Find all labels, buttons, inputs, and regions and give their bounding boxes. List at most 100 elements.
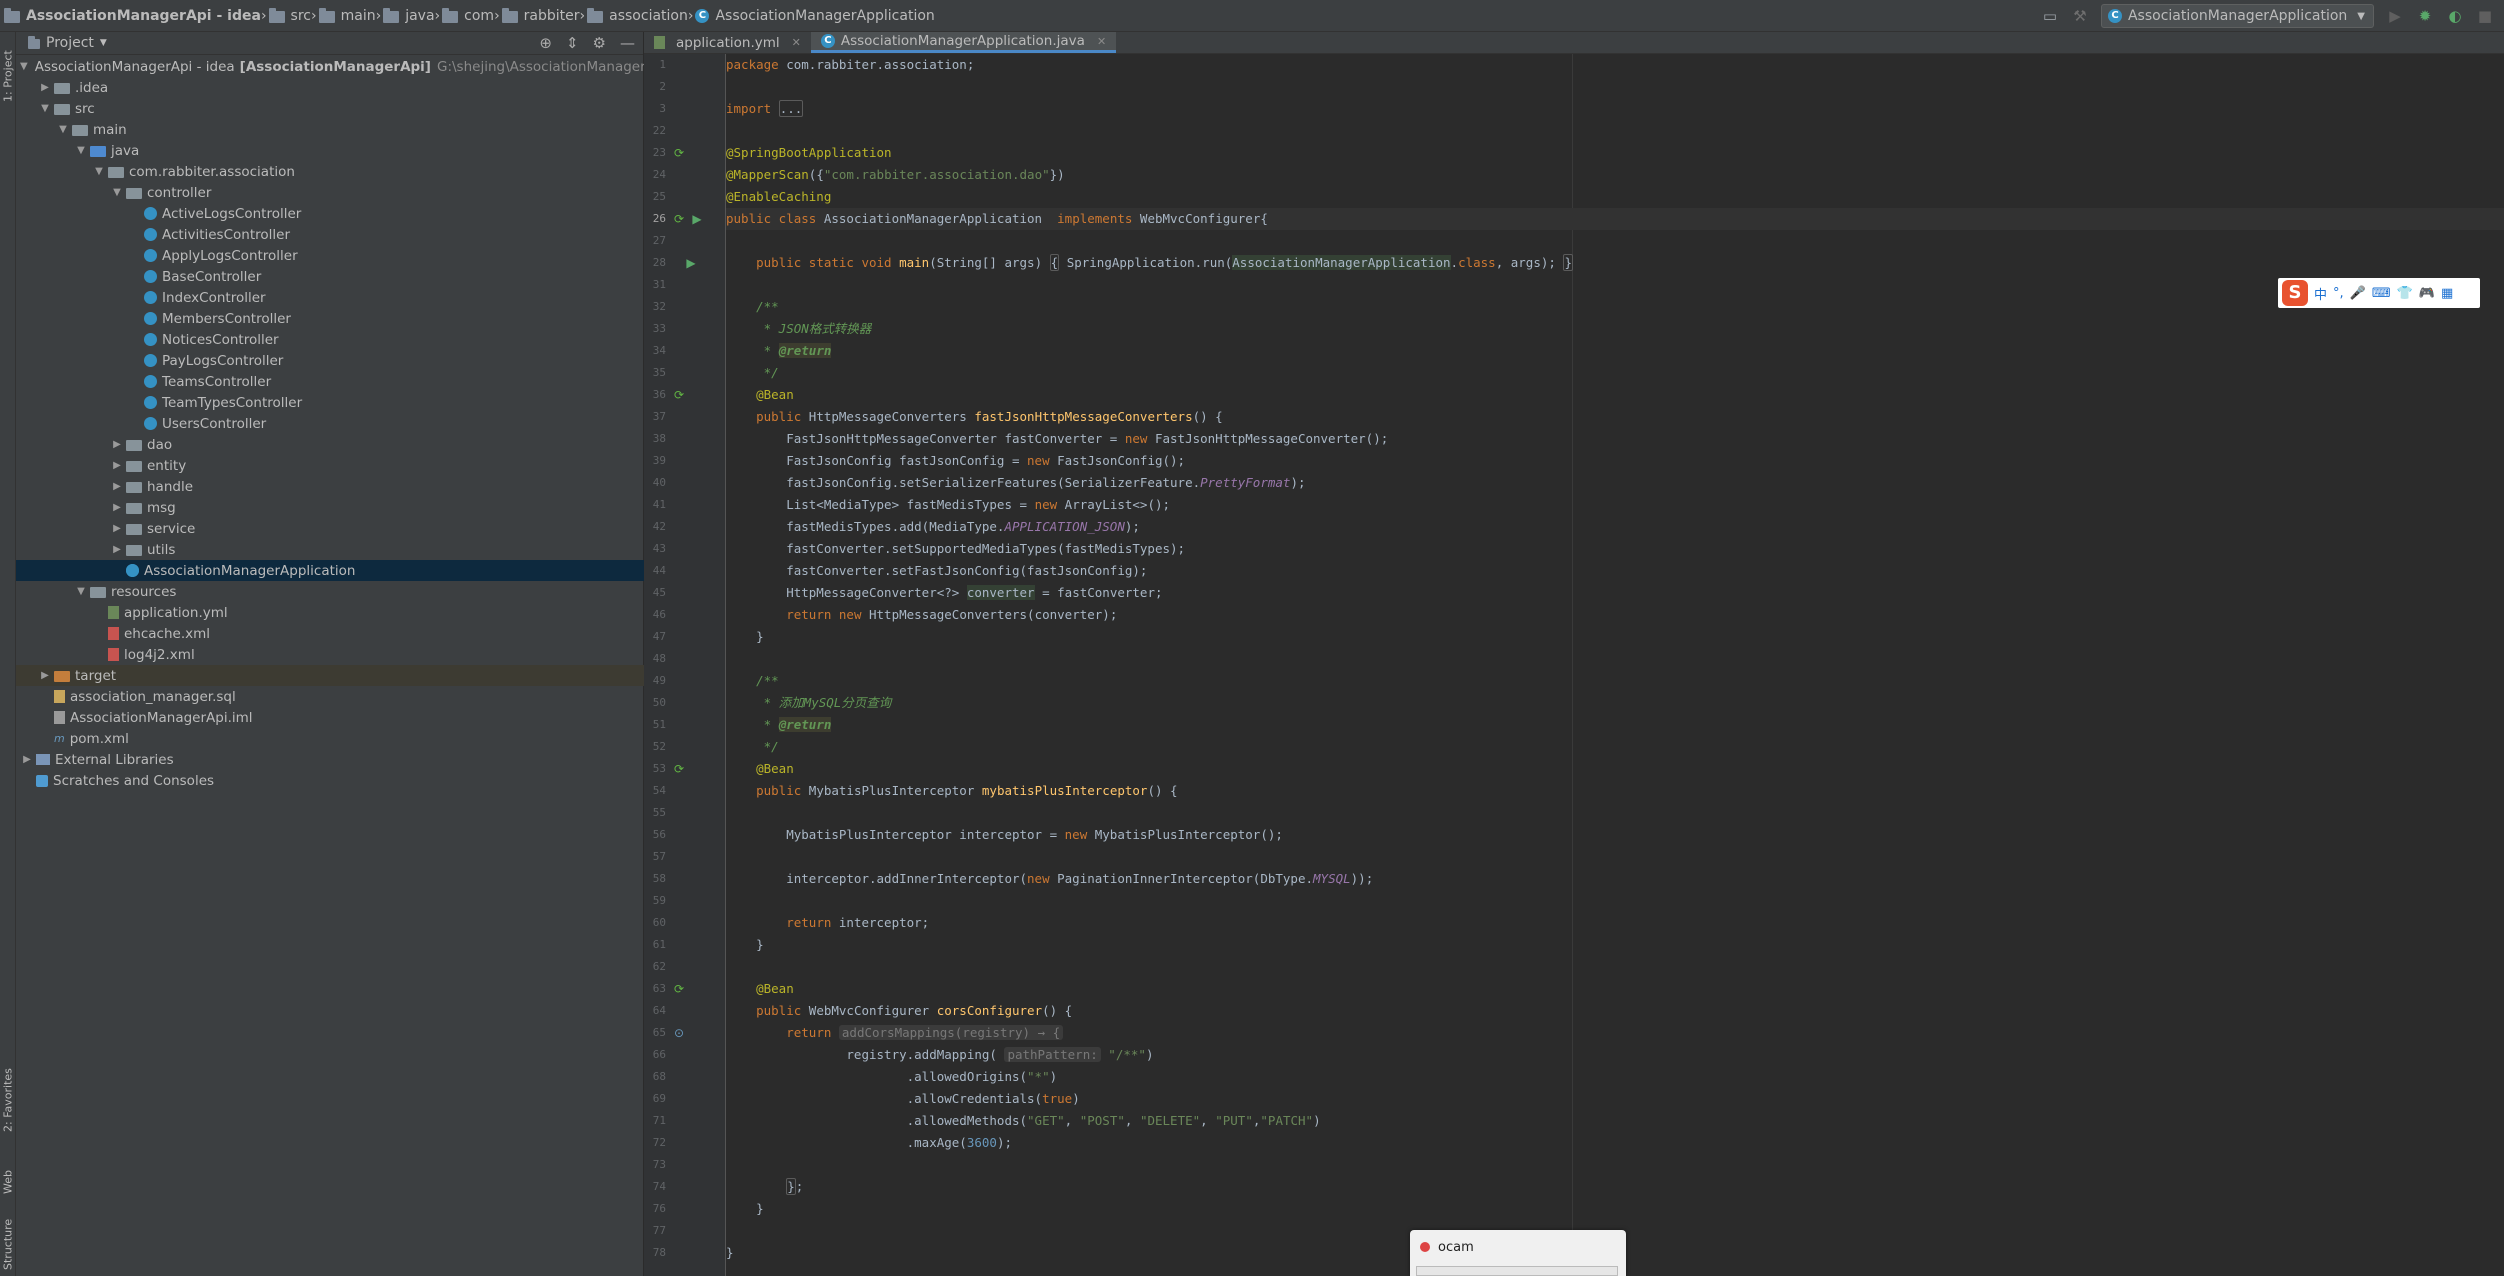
game-icon[interactable]: 🎮: [2419, 286, 2435, 301]
expand-open-icon[interactable]: ▼: [74, 145, 88, 156]
tree-node[interactable]: ▶ service: [16, 518, 644, 539]
spring-bean-icon[interactable]: ⟳: [672, 982, 686, 996]
tree-node[interactable]: log4j2.xml: [16, 644, 644, 665]
tree-node[interactable]: BaseController: [16, 266, 644, 287]
spring-bean-icon[interactable]: ⟳: [672, 388, 686, 402]
expand-open-icon[interactable]: ▼: [20, 61, 28, 72]
tree-node[interactable]: ActiveLogsController: [16, 203, 644, 224]
breadcrumb-item[interactable]: main: [317, 8, 376, 24]
expand-closed-icon[interactable]: ▶: [38, 670, 52, 681]
project-tool-button[interactable]: 1: Project: [0, 36, 16, 116]
spring-bean-icon[interactable]: ⟳: [672, 212, 686, 226]
expand-open-icon[interactable]: ▼: [56, 124, 70, 135]
collapse-all-icon[interactable]: ⇕: [566, 34, 579, 52]
spring-bean-icon[interactable]: ⟳: [672, 762, 686, 776]
tree-node[interactable]: NoticesController: [16, 329, 644, 350]
tree-node[interactable]: ▶ target: [16, 665, 644, 686]
tree-node[interactable]: ▼ controller: [16, 182, 644, 203]
run-gutter-icon[interactable]: ▶: [690, 212, 704, 226]
tree-node[interactable]: ▼ resources: [16, 581, 644, 602]
breadcrumb-item[interactable]: rabbiter: [500, 8, 580, 24]
tree-node[interactable]: AssociationManagerApplication: [16, 560, 644, 581]
breadcrumb-item[interactable]: com: [440, 8, 494, 24]
project-view-selector[interactable]: Project ▼: [28, 35, 107, 51]
expand-open-icon[interactable]: ▼: [74, 586, 88, 597]
tree-node[interactable]: association_manager.sql: [16, 686, 644, 707]
expand-open-icon[interactable]: ▼: [110, 187, 124, 198]
expand-closed-icon[interactable]: ▶: [110, 523, 124, 534]
tree-node[interactable]: UsersController: [16, 413, 644, 434]
tree-node[interactable]: ▶ msg: [16, 497, 644, 518]
tree-node[interactable]: TeamsController: [16, 371, 644, 392]
tree-node[interactable]: ▶ utils: [16, 539, 644, 560]
stop-icon[interactable]: ■: [2476, 7, 2494, 25]
expand-closed-icon[interactable]: ▶: [38, 82, 52, 93]
tree-node[interactable]: m pom.xml: [16, 728, 644, 749]
ime-mode-toggle[interactable]: 中: [2314, 284, 2327, 303]
expand-closed-icon[interactable]: ▶: [20, 754, 34, 765]
tree-node[interactable]: ▼ src: [16, 98, 644, 119]
expand-closed-icon[interactable]: ▶: [110, 460, 124, 471]
tree-node[interactable]: ▼ AssociationManagerApi - idea [Associatio…: [16, 56, 710, 77]
web-tool-button[interactable]: Web: [0, 1152, 16, 1212]
coverage-icon[interactable]: ◐: [2446, 7, 2464, 25]
breadcrumb-item[interactable]: AssociationManagerApi - idea: [2, 8, 261, 24]
expand-closed-icon[interactable]: ▶: [110, 502, 124, 513]
tree-node[interactable]: ehcache.xml: [16, 623, 644, 644]
mic-icon[interactable]: 🎤: [2350, 286, 2366, 301]
tree-node[interactable]: TeamTypesController: [16, 392, 644, 413]
tree-node[interactable]: ▼ com.rabbiter.association: [16, 161, 644, 182]
tree-node[interactable]: ▶ handle: [16, 476, 644, 497]
breadcrumb-item[interactable]: association: [585, 8, 688, 24]
locate-icon[interactable]: ⊕: [539, 34, 552, 52]
tree-node[interactable]: PayLogsController: [16, 350, 644, 371]
tree-node[interactable]: application.yml: [16, 602, 644, 623]
expand-closed-icon[interactable]: ▶: [110, 439, 124, 450]
tree-node[interactable]: MembersController: [16, 308, 644, 329]
favorites-tool-button[interactable]: 2: Favorites: [0, 1052, 16, 1148]
tree-node[interactable]: Scratches and Consoles: [16, 770, 644, 791]
sogou-logo[interactable]: S: [2282, 280, 2308, 306]
tab-active-file[interactable]: C AssociationManagerApplication.java ✕: [810, 32, 1117, 53]
tree-node[interactable]: ▶ dao: [16, 434, 644, 455]
run-configuration-select[interactable]: C AssociationManagerApplication ▼: [2100, 4, 2374, 28]
build-hammer-icon[interactable]: ⚒: [2071, 7, 2089, 25]
breadcrumb-item[interactable]: src: [267, 8, 311, 24]
breadcrumb-item[interactable]: java: [381, 8, 435, 24]
run-icon[interactable]: ▶: [2386, 7, 2404, 25]
tree-node[interactable]: ApplyLogsController: [16, 245, 644, 266]
tab-file[interactable]: application.yml ✕: [644, 32, 811, 53]
expand-open-icon[interactable]: ▼: [92, 166, 106, 177]
tree-node[interactable]: IndexController: [16, 287, 644, 308]
tree-node[interactable]: ▶ External Libraries: [16, 749, 644, 770]
tree-node[interactable]: ▼ main: [16, 119, 644, 140]
ime-punctuation-toggle[interactable]: °,: [2333, 286, 2344, 301]
structure-tool-button[interactable]: Structure: [0, 1212, 16, 1276]
code-editor[interactable]: 1 2 3 22 23 ⟳ 24 25 26 ⟳ ▶ 27 28 ▶ 31 32 33 34 35 36 ⟳ 37 38 39…: [644, 54, 2504, 1276]
close-icon[interactable]: ✕: [792, 36, 801, 49]
run-gutter-icon[interactable]: ▶: [684, 256, 698, 270]
expand-closed-icon[interactable]: ▶: [110, 481, 124, 492]
expand-closed-icon[interactable]: ▶: [110, 544, 124, 555]
apps-icon[interactable]: ▦: [2441, 286, 2453, 301]
ocam-toolbar[interactable]: [1416, 1266, 1618, 1276]
ocam-window[interactable]: ocam: [1410, 1230, 1626, 1276]
skin-icon[interactable]: 👕: [2397, 286, 2413, 301]
layout-icon[interactable]: ▭: [2041, 7, 2059, 25]
line-number: 36: [652, 388, 666, 401]
debug-icon[interactable]: ✹: [2416, 7, 2434, 25]
tree-node[interactable]: ▶ entity: [16, 455, 644, 476]
tree-node[interactable]: ▶ .idea: [16, 77, 644, 98]
code-line: @Bean: [756, 387, 794, 402]
tree-node[interactable]: AssociationManagerApi.iml: [16, 707, 644, 728]
spring-bean-icon[interactable]: ⟳: [672, 146, 686, 160]
expand-open-icon[interactable]: ▼: [38, 103, 52, 114]
implementation-icon[interactable]: ⊙: [672, 1026, 686, 1040]
tree-node[interactable]: ActivitiesController: [16, 224, 644, 245]
close-icon[interactable]: ✕: [1097, 35, 1106, 48]
gear-icon[interactable]: ⚙: [593, 34, 606, 52]
hide-icon[interactable]: —: [620, 34, 635, 52]
breadcrumb-item[interactable]: C AssociationManagerApplication: [693, 8, 935, 24]
keyboard-icon[interactable]: ⌨: [2372, 286, 2391, 301]
tree-node[interactable]: ▼ java: [16, 140, 644, 161]
